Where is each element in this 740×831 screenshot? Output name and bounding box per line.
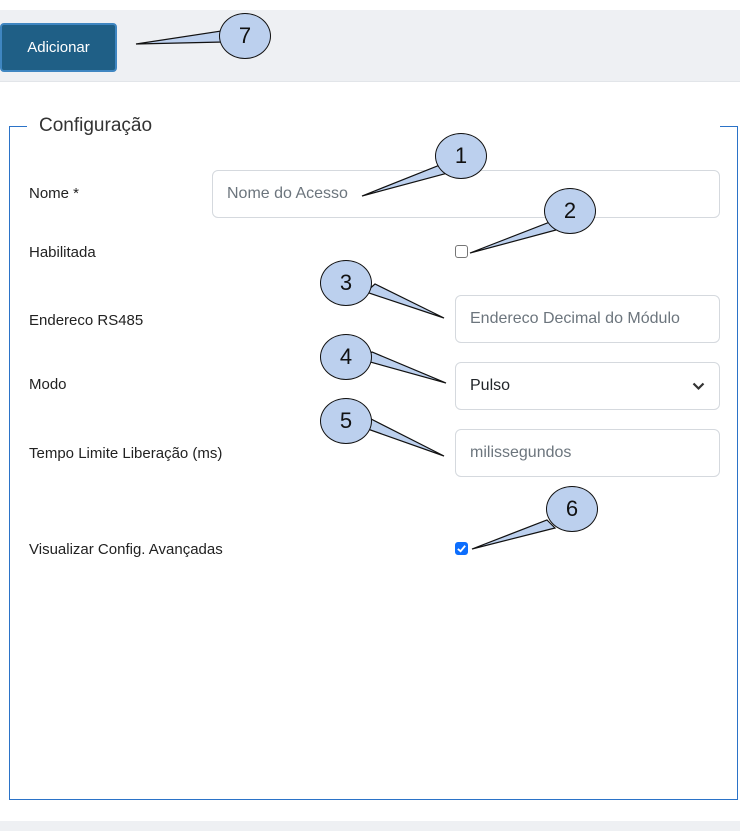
nome-placeholder: Nome do Acesso xyxy=(227,185,348,202)
endereco-input[interactable]: Endereco Decimal do Módulo xyxy=(455,295,720,343)
chevron-down-icon xyxy=(692,378,705,394)
check-icon xyxy=(457,545,466,553)
callout-2: 2 xyxy=(544,188,596,234)
tempo-input[interactable]: milissegundos xyxy=(455,429,720,477)
callout-4: 4 xyxy=(320,334,372,380)
add-button[interactable]: Adicionar xyxy=(0,23,117,72)
endereco-label: Endereco RS485 xyxy=(29,312,144,329)
callout-6: 6 xyxy=(546,486,598,532)
modo-label: Modo xyxy=(29,376,67,393)
modo-select[interactable]: Pulso xyxy=(455,362,720,410)
toolbar: Adicionar xyxy=(0,10,740,82)
avancadas-label: Visualizar Config. Avançadas xyxy=(29,541,223,558)
callout-5: 5 xyxy=(320,398,372,444)
fieldset-top-border-right xyxy=(720,126,738,127)
modo-value: Pulso xyxy=(470,377,511,394)
tempo-placeholder: milissegundos xyxy=(470,444,572,461)
callout-7: 7 xyxy=(219,13,271,59)
fieldset-top-border-left xyxy=(9,126,27,127)
footer-bar xyxy=(0,821,740,831)
nome-label: Nome * xyxy=(29,185,80,202)
avancadas-checkbox[interactable] xyxy=(455,542,468,555)
callout-3: 3 xyxy=(320,260,372,306)
callout-1: 1 xyxy=(435,133,487,179)
fieldset-legend: Configuração xyxy=(39,115,153,136)
habilitada-checkbox[interactable] xyxy=(455,245,468,258)
habilitada-label: Habilitada xyxy=(29,244,96,261)
tempo-label: Tempo Limite Liberação (ms) xyxy=(29,445,223,462)
endereco-placeholder: Endereco Decimal do Módulo xyxy=(470,310,680,327)
